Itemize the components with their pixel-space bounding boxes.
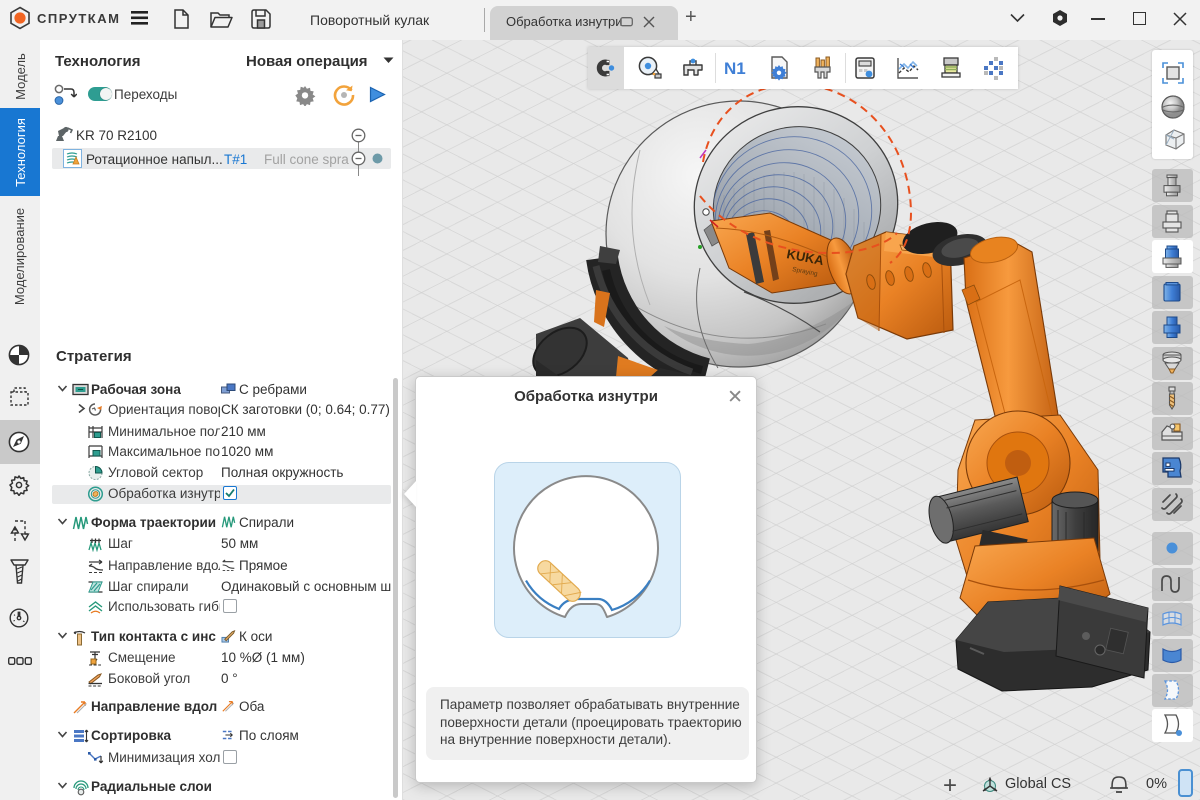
svg-text:N1: N1	[724, 59, 746, 78]
